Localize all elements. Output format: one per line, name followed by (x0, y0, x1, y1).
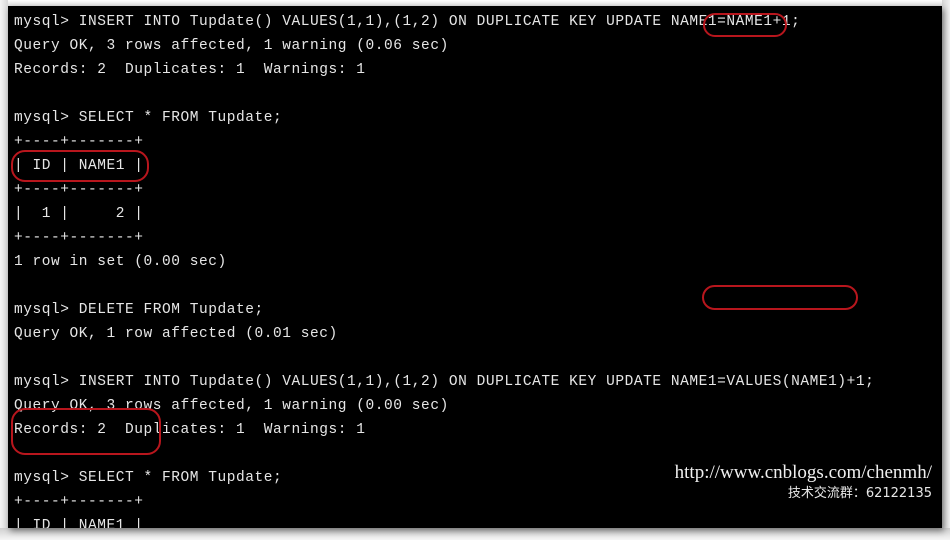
screenshot-canvas: mysql> INSERT INTO Tupdate() VALUES(1,1)… (0, 0, 950, 540)
terminal-line: Query OK, 3 rows affected, 1 warning (0.… (14, 398, 449, 414)
watermark-url: http://www.cnblogs.com/chenmh/ (674, 462, 932, 483)
terminal-line: mysql> INSERT INTO Tupdate() VALUES(1,1)… (14, 14, 801, 30)
terminal-line: | 1 | 2 | (14, 206, 144, 222)
terminal-line: | ID | NAME1 | (14, 518, 144, 528)
terminal-line: mysql> SELECT * FROM Tupdate; (14, 110, 283, 126)
terminal-line: Records: 2 Duplicates: 1 Warnings: 1 (14, 62, 366, 78)
terminal-line: | ID | NAME1 | (14, 158, 144, 174)
frame-edge-bottom (0, 528, 950, 540)
watermark-qq-group: 技术交流群：62122135 (787, 486, 932, 501)
terminal-line: mysql> DELETE FROM Tupdate; (14, 302, 264, 318)
terminal-line: mysql> INSERT INTO Tupdate() VALUES(1,1)… (14, 374, 875, 390)
terminal-line: +----+-------+ (14, 182, 144, 198)
mysql-terminal-window[interactable]: mysql> INSERT INTO Tupdate() VALUES(1,1)… (8, 6, 942, 528)
terminal-line: Query OK, 3 rows affected, 1 warning (0.… (14, 38, 449, 54)
watermark: http://www.cnblogs.com/chenmh/ 技术交流群：621… (675, 462, 932, 504)
terminal-line: Records: 2 Duplicates: 1 Warnings: 1 (14, 422, 366, 438)
terminal-line: 1 row in set (0.00 sec) (14, 254, 227, 270)
terminal-line: +----+-------+ (14, 230, 144, 246)
terminal-line: +----+-------+ (14, 134, 144, 150)
terminal-output: mysql> INSERT INTO Tupdate() VALUES(1,1)… (14, 10, 934, 528)
terminal-line: Query OK, 1 row affected (0.01 sec) (14, 326, 338, 342)
frame-edge-left (0, 0, 8, 540)
frame-edge-right (942, 0, 950, 540)
